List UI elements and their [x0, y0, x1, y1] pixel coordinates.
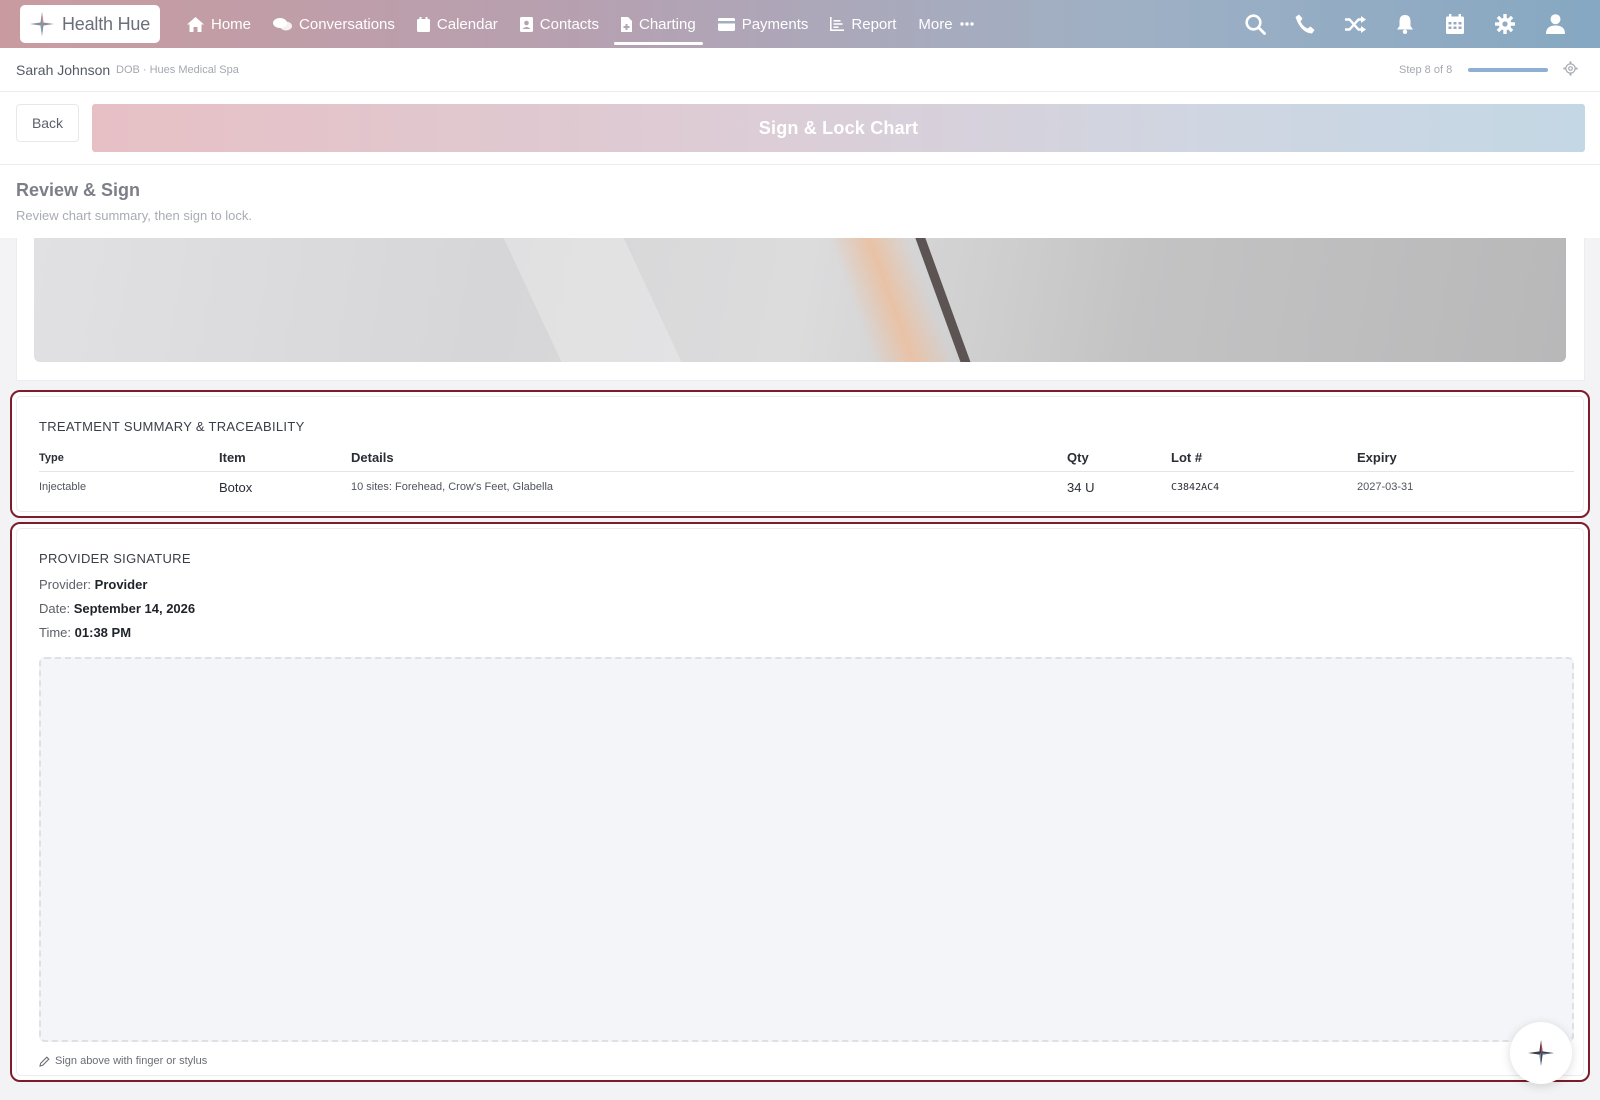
column-header-expiry: Expiry [1357, 445, 1574, 472]
user-icon [1545, 14, 1565, 34]
table-row: Injectable Botox 10 sites: Forehead, Cro… [39, 471, 1574, 503]
nav-item-report[interactable]: Report [819, 0, 907, 48]
provider-value: Provider [94, 577, 148, 592]
treatment-photo-card [16, 238, 1585, 381]
health-hue-logo-icon [30, 12, 54, 36]
treatment-summary-title: TREATMENT SUMMARY & TRACEABILITY [39, 419, 305, 434]
time-label: Time: [39, 625, 72, 640]
signature-title: PROVIDER SIGNATURE [39, 551, 191, 566]
nav-item-payments[interactable]: Payments [707, 0, 820, 48]
provider-label: Provider: [39, 577, 92, 592]
provider-signature-inner: PROVIDER SIGNATURE Provider: Provider Da… [16, 528, 1584, 1076]
calendar-icon [416, 16, 430, 32]
nav-item-label: More [918, 15, 953, 33]
search-button[interactable] [1230, 0, 1280, 48]
section-title: Review & Sign [16, 180, 141, 200]
nav-item-contacts[interactable]: Contacts [509, 0, 610, 48]
credit-card-icon [717, 17, 735, 31]
cell-type: Injectable [39, 481, 87, 494]
nav-item-home[interactable]: Home [176, 0, 262, 48]
shuffle-icon [1344, 15, 1366, 33]
nav-actions [1230, 0, 1580, 48]
health-hue-logo-icon [1528, 1040, 1554, 1066]
nav-item-charting[interactable]: Charting [610, 0, 707, 48]
chart-settings-icon[interactable] [1563, 61, 1578, 76]
contact-card-icon [519, 16, 533, 32]
nav-item-conversations[interactable]: Conversations [262, 0, 406, 48]
main-nav: Home Conversations Calendar Contacts Cha… [176, 0, 992, 48]
nav-item-more[interactable]: More [907, 0, 991, 48]
home-icon [187, 16, 204, 32]
step-indicator: Step 8 of 8 [1399, 64, 1453, 76]
column-header-item: Item [219, 445, 351, 472]
bell-icon [1397, 15, 1413, 34]
sign-lock-chart-button[interactable]: Sign & Lock Chart [92, 104, 1585, 152]
date-label: Date: [39, 601, 71, 616]
signature-hint-text: Sign above with finger or stylus [55, 1055, 208, 1067]
bar-chart-icon [830, 17, 845, 31]
cell-lot: C3842AC4 [1171, 481, 1220, 493]
signature-hint: Sign above with finger or stylus [39, 1055, 207, 1067]
chat-icon [273, 17, 293, 30]
nav-item-label: Charting [638, 15, 696, 33]
calendar-grid-icon [1446, 14, 1464, 34]
cell-qty: 34 U [1067, 479, 1095, 495]
pencil-icon [39, 1055, 50, 1067]
ellipsis-icon [959, 22, 974, 26]
date-value: September 14, 2026 [73, 601, 196, 616]
nav-item-label: Payments [741, 15, 809, 33]
search-icon [1244, 13, 1266, 35]
action-bar: Back Sign & Lock Chart [0, 92, 1600, 165]
signature-pad[interactable] [39, 657, 1574, 1042]
time-line: Time: 01:38 PM [39, 625, 131, 640]
step-progress-fill [1468, 68, 1548, 72]
document-icon [620, 16, 632, 32]
profile-button[interactable] [1530, 0, 1580, 48]
column-header-qty: Qty [1067, 445, 1171, 472]
section-header: Review & Sign Review chart summary, then… [0, 165, 1600, 238]
provider-line: Provider: Provider [39, 577, 147, 592]
patient-header: Sarah Johnson DOB · Hues Medical Spa Ste… [0, 48, 1600, 92]
shuffle-button[interactable] [1330, 0, 1380, 48]
back-button[interactable]: Back [16, 104, 79, 142]
nav-item-label: Contacts [539, 15, 599, 33]
column-header-lot: Lot # [1171, 445, 1357, 472]
app-logo[interactable]: Health Hue [20, 5, 160, 43]
phone-icon [1295, 14, 1315, 34]
column-header-details: Details [351, 445, 1067, 472]
table-header-row: Type Item Details Qty Lot # Expiry [39, 445, 1574, 472]
top-navigation-bar: Health Hue Home Conversations Calendar C… [0, 0, 1600, 48]
calendar-button[interactable] [1430, 0, 1480, 48]
treatment-summary-inner: TREATMENT SUMMARY & TRACEABILITY Type It… [16, 396, 1584, 512]
treatment-photo[interactable] [34, 238, 1566, 362]
gear-icon [1495, 14, 1515, 34]
provider-signature-card: PROVIDER SIGNATURE Provider: Provider Da… [10, 522, 1590, 1082]
nav-item-calendar[interactable]: Calendar [406, 0, 509, 48]
phone-button[interactable] [1280, 0, 1330, 48]
nav-item-label: Calendar [436, 15, 498, 33]
patient-meta: DOB · Hues Medical Spa [116, 64, 239, 76]
app-name: Health Hue [62, 13, 151, 34]
step-progress-bar [1468, 68, 1548, 72]
nav-item-label: Conversations [299, 15, 395, 33]
assistant-fab[interactable] [1510, 1022, 1572, 1084]
date-line: Date: September 14, 2026 [39, 601, 195, 616]
nav-item-label: Report [851, 15, 897, 33]
time-value: 01:38 PM [74, 625, 132, 640]
nav-item-label: Home [211, 15, 252, 33]
cell-item: Botox [219, 479, 253, 495]
column-header-type: Type [39, 445, 219, 472]
cell-details: 10 sites: Forehead, Crow's Feet, Glabell… [351, 481, 554, 494]
patient-name: Sarah Johnson [16, 62, 111, 78]
cell-expiry: 2027-03-31 [1357, 481, 1414, 494]
notifications-button[interactable] [1380, 0, 1430, 48]
treatment-table: Type Item Details Qty Lot # Expiry Injec… [39, 445, 1574, 503]
treatment-summary-card: TREATMENT SUMMARY & TRACEABILITY Type It… [10, 390, 1590, 518]
settings-button[interactable] [1480, 0, 1530, 48]
section-subtitle: Review chart summary, then sign to lock. [16, 208, 253, 223]
